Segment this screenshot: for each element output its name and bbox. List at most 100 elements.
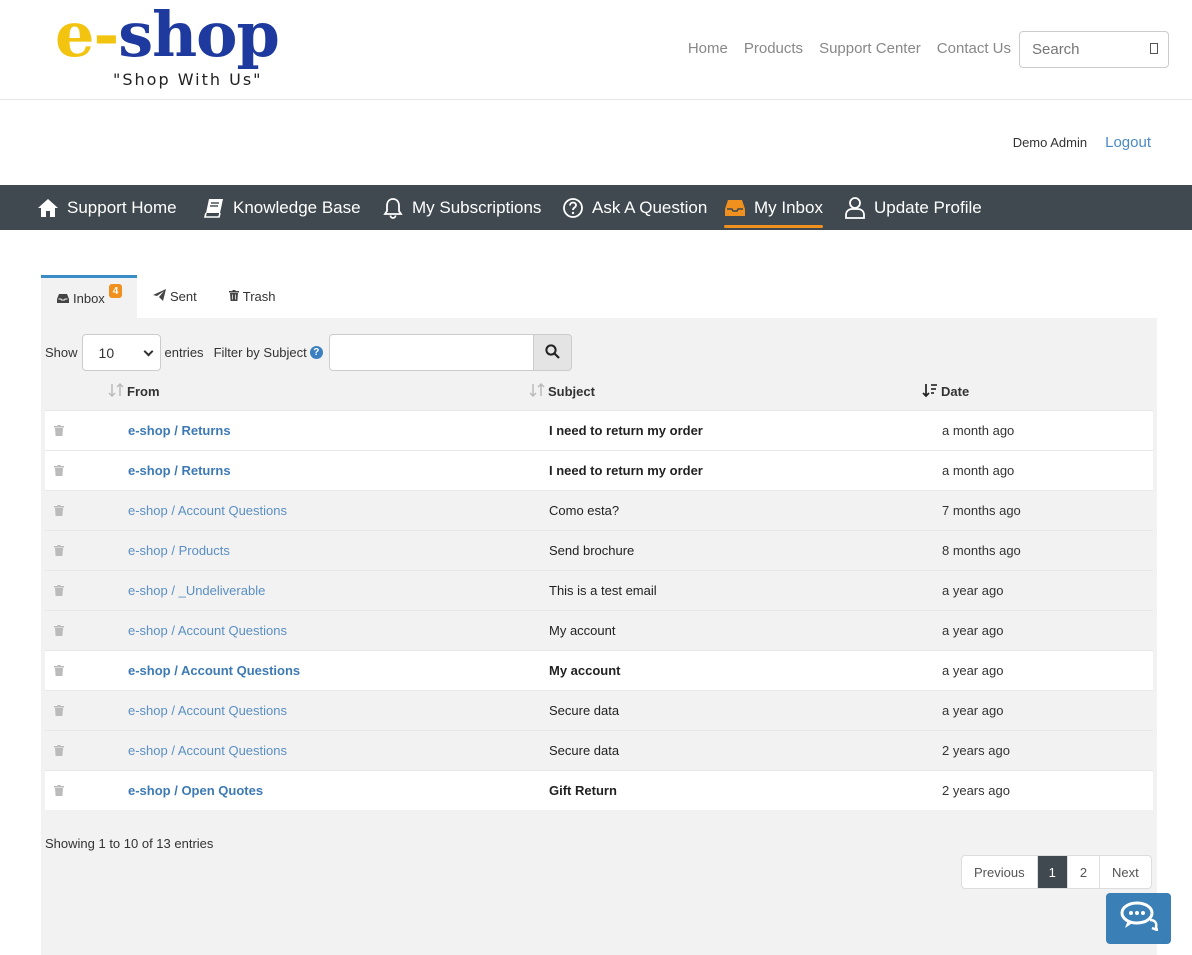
message-from-link[interactable]: e-shop / Returns xyxy=(128,463,231,478)
column-label: Date xyxy=(941,384,970,399)
nav-knowledge-base[interactable]: Knowledge Base xyxy=(203,185,361,230)
filter-subject-input[interactable] xyxy=(328,334,534,371)
message-subject[interactable]: Secure data xyxy=(549,703,619,718)
message-subject[interactable]: Como esta? xyxy=(549,503,619,518)
message-from-link[interactable]: e-shop / Account Questions xyxy=(128,663,300,678)
table-row[interactable]: e-shop / Returns I need to return my orde… xyxy=(45,410,1153,450)
table-row[interactable]: e-shop / Account Questions Secure data 2 y… xyxy=(45,730,1153,770)
message-date: a year ago xyxy=(942,623,1004,638)
table-row[interactable]: e-shop / Account Questions Secure data a y… xyxy=(45,690,1153,730)
chevron-down-icon xyxy=(143,346,153,357)
nav-update-profile[interactable]: Update Profile xyxy=(844,185,982,230)
table-row[interactable]: e-shop / Products Send brochure 8 months a… xyxy=(45,530,1153,570)
nav-label: My Inbox xyxy=(754,197,823,217)
nav-support-home[interactable]: Support Home xyxy=(37,185,177,230)
message-subject[interactable]: My account xyxy=(549,623,615,638)
message-subject[interactable]: My account xyxy=(549,663,621,678)
message-date: a month ago xyxy=(942,423,1015,438)
help-icon[interactable]: ? xyxy=(309,346,323,359)
user-name: Demo Admin xyxy=(1012,135,1088,150)
page-length-select[interactable]: 10 xyxy=(81,334,161,371)
tab-inbox[interactable]: Inbox 4 xyxy=(41,275,137,318)
tab-label: Sent xyxy=(170,289,197,304)
delete-trash-icon[interactable] xyxy=(54,624,64,639)
main-nav: Support Home Knowledge Base My Subscript… xyxy=(0,185,1192,230)
delete-trash-icon[interactable] xyxy=(54,424,64,439)
delete-trash-icon[interactable] xyxy=(54,464,64,479)
tab-trash[interactable]: Trash xyxy=(213,275,292,318)
table-row[interactable]: e-shop / Returns I need to return my orde… xyxy=(45,450,1153,490)
trash-icon xyxy=(228,289,239,304)
message-date: a month ago xyxy=(942,463,1015,478)
logout-link[interactable]: Logout xyxy=(1105,134,1151,151)
message-from-link[interactable]: e-shop / Account Questions xyxy=(128,743,287,758)
search-input[interactable] xyxy=(1020,32,1130,67)
search-icon[interactable] xyxy=(1150,43,1158,54)
message-date: a year ago xyxy=(942,663,1004,678)
show-label: Show xyxy=(45,345,78,360)
message-from-link[interactable]: e-shop / Returns xyxy=(128,423,231,438)
table-info: Showing 1 to 10 of 13 entries xyxy=(45,836,214,851)
user-icon xyxy=(844,196,866,219)
nav-ask-a-question[interactable]: Ask A Question xyxy=(562,185,707,230)
logo-prefix: e- xyxy=(55,0,119,71)
topnav-home-link[interactable]: Home xyxy=(688,40,728,57)
message-subject[interactable]: I need to return my order xyxy=(549,423,703,438)
table-row[interactable]: e-shop / Account Questions Como esta? 7 mo… xyxy=(45,490,1153,530)
message-subject[interactable]: Gift Return xyxy=(549,783,617,798)
home-icon xyxy=(37,197,59,219)
delete-trash-icon[interactable] xyxy=(54,664,64,679)
message-date: 8 months ago xyxy=(942,543,1021,558)
message-from-link[interactable]: e-shop / _Undeliverable xyxy=(128,583,265,598)
message-list: e-shop / Returns I need to return my orde… xyxy=(45,410,1153,810)
message-from-link[interactable]: e-shop / Open Quotes xyxy=(128,783,263,798)
delete-trash-icon[interactable] xyxy=(54,704,64,719)
message-subject[interactable]: I need to return my order xyxy=(549,463,703,478)
nav-my-subscriptions[interactable]: My Subscriptions xyxy=(382,185,541,230)
nav-label: Support Home xyxy=(67,197,177,217)
pagination-next[interactable]: Next xyxy=(1099,856,1151,888)
column-subject[interactable]: Subject xyxy=(529,382,595,401)
logo-name: shop xyxy=(118,0,280,71)
chat-button[interactable] xyxy=(1106,893,1171,944)
filter-search-button[interactable] xyxy=(533,334,572,371)
sort-desc-icon xyxy=(922,382,938,401)
logo[interactable]: e-shop "Shop With Us" xyxy=(55,0,280,90)
pagination-page-1[interactable]: 1 xyxy=(1036,856,1067,888)
column-from[interactable]: From xyxy=(108,382,160,401)
table-controls: Show 10 entries Filter by Subject ? xyxy=(45,334,572,371)
topnav-products-link[interactable]: Products xyxy=(744,40,803,57)
message-from-link[interactable]: e-shop / Products xyxy=(128,543,230,558)
tab-label: Trash xyxy=(242,289,276,304)
delete-trash-icon[interactable] xyxy=(54,744,64,759)
topnav-contact-us-link[interactable]: Contact Us xyxy=(937,40,1011,57)
table-row[interactable]: e-shop / Open Quotes Gift Return 2 years a… xyxy=(45,770,1153,810)
column-date[interactable]: Date xyxy=(922,382,969,401)
pagination: Previous 1 2 Next xyxy=(961,855,1152,889)
message-date: 7 months ago xyxy=(942,503,1021,518)
message-date: a year ago xyxy=(942,583,1004,598)
message-subject[interactable]: Secure data xyxy=(549,743,619,758)
search-box xyxy=(1019,31,1169,68)
pagination-page-2[interactable]: 2 xyxy=(1066,856,1099,888)
message-subject[interactable]: This is a test email xyxy=(549,583,657,598)
message-subject[interactable]: Send brochure xyxy=(549,543,634,558)
pagination-previous[interactable]: Previous xyxy=(962,856,1037,888)
inbox-icon xyxy=(57,291,69,306)
table-row[interactable]: e-shop / _Undeliverable This is a test em… xyxy=(45,570,1153,610)
tab-sent[interactable]: Sent xyxy=(137,275,213,318)
topnav-support-center-link[interactable]: Support Center xyxy=(819,40,921,57)
table-row[interactable]: e-shop / Account Questions My account a ye… xyxy=(45,610,1153,650)
delete-trash-icon[interactable] xyxy=(54,584,64,599)
chat-icon xyxy=(1120,901,1159,936)
filter-label-wrap: Filter by Subject ? xyxy=(214,345,323,360)
table-row[interactable]: e-shop / Account Questions My account a ye… xyxy=(45,650,1153,690)
message-from-link[interactable]: e-shop / Account Questions xyxy=(128,703,287,718)
message-from-link[interactable]: e-shop / Account Questions xyxy=(128,503,287,518)
message-from-link[interactable]: e-shop / Account Questions xyxy=(128,623,287,638)
delete-trash-icon[interactable] xyxy=(54,544,64,559)
nav-my-inbox[interactable]: My Inbox xyxy=(724,185,823,230)
nav-label: Knowledge Base xyxy=(233,197,361,217)
delete-trash-icon[interactable] xyxy=(54,784,64,799)
delete-trash-icon[interactable] xyxy=(54,504,64,519)
